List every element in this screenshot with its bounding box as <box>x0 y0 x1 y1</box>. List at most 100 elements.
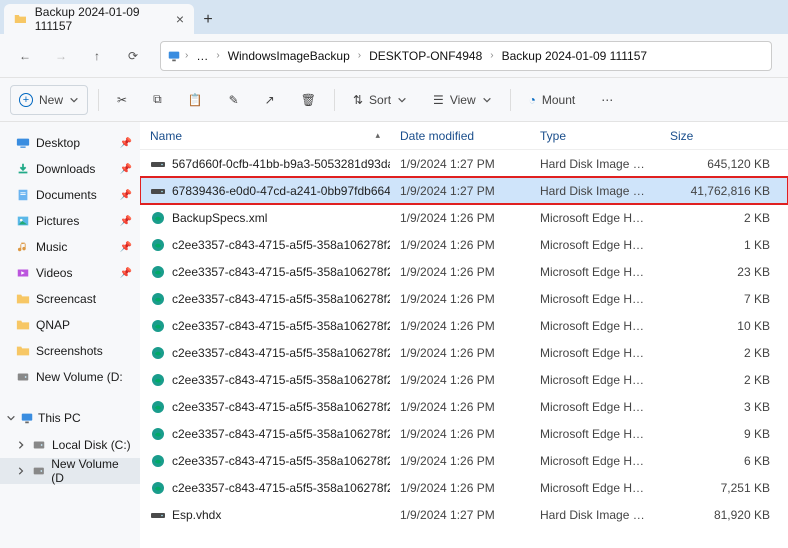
mount-button[interactable]: ◔Mount <box>521 85 584 115</box>
sidebar-item[interactable]: Music 📌 <box>0 234 140 260</box>
up-button[interactable]: ↑ <box>80 39 114 73</box>
edge-icon <box>150 426 166 442</box>
file-size: 81,920 KB <box>660 508 788 522</box>
crumb-item[interactable]: WindowsImageBackup <box>224 49 354 63</box>
file-size: 2 KB <box>660 346 788 360</box>
sidebar-item[interactable]: Screencast <box>0 286 140 312</box>
folder-icon <box>16 344 30 358</box>
sidebar-drive-item[interactable]: New Volume (D <box>0 458 140 484</box>
pc-icon <box>167 49 181 63</box>
sort-indicator-icon: ▴ <box>375 130 380 141</box>
delete-button[interactable]: 🗑 <box>293 85 324 115</box>
edge-icon <box>150 291 166 307</box>
sidebar-item-label: Screenshots <box>36 344 103 358</box>
more-button[interactable]: ⋯ <box>593 85 621 115</box>
file-row[interactable]: c2ee3357-c843-4715-a5f5-358a106278f2_Wri… <box>140 474 788 501</box>
column-date[interactable]: Date modified <box>390 122 530 149</box>
file-date: 1/9/2024 1:26 PM <box>390 454 530 468</box>
column-size[interactable]: Size <box>660 122 788 149</box>
file-row[interactable]: c2ee3357-c843-4715-a5f5-358a106278f2_Wri… <box>140 339 788 366</box>
edge-icon <box>150 210 166 226</box>
file-row[interactable]: c2ee3357-c843-4715-a5f5-358a106278f2_Wri… <box>140 393 788 420</box>
copy-button[interactable]: ⧉ <box>145 85 170 115</box>
new-tab-button[interactable]: + <box>194 6 222 34</box>
sidebar-item-label: Desktop <box>36 136 80 150</box>
file-row[interactable]: 567d660f-0cfb-41bb-b9a3-5053281d93da.vhd… <box>140 150 788 177</box>
sidebar-item[interactable]: QNAP <box>0 312 140 338</box>
file-name: c2ee3357-c843-4715-a5f5-358a106278f2_Wri… <box>172 373 390 387</box>
sort-button[interactable]: ⇅Sort <box>345 85 415 115</box>
file-row[interactable]: 67839436-e0d0-47cd-a241-0bb97fdb6647.vhd… <box>140 177 788 204</box>
sidebar-item[interactable]: Downloads 📌 <box>0 156 140 182</box>
file-row[interactable]: c2ee3357-c843-4715-a5f5-358a106278f2_Wri… <box>140 420 788 447</box>
sidebar-drive-item[interactable]: Local Disk (C:) <box>0 432 140 458</box>
sidebar-item-label: Music <box>36 240 67 254</box>
file-size: 9 KB <box>660 427 788 441</box>
file-type: Microsoft Edge HTM… <box>530 400 660 414</box>
video-icon <box>16 266 30 280</box>
file-type: Microsoft Edge HTM… <box>530 481 660 495</box>
file-size: 6 KB <box>660 454 788 468</box>
file-type: Microsoft Edge HTM… <box>530 292 660 306</box>
rename-button[interactable]: ✎ <box>221 85 247 115</box>
crumb-item[interactable]: Backup 2024-01-09 111157 <box>498 49 651 63</box>
file-row[interactable]: c2ee3357-c843-4715-a5f5-358a106278f2_Com… <box>140 258 788 285</box>
refresh-button[interactable]: ⟳ <box>116 39 150 73</box>
file-size: 23 KB <box>660 265 788 279</box>
forward-button[interactable]: → <box>44 39 78 73</box>
sidebar-item[interactable]: Documents📌 <box>0 182 140 208</box>
file-row[interactable]: c2ee3357-c843-4715-a5f5-358a106278f2_Reg… <box>140 285 788 312</box>
view-button[interactable]: ☰View <box>425 85 500 115</box>
file-name: Esp.vhdx <box>172 508 221 522</box>
file-row[interactable]: BackupSpecs.xml1/9/2024 1:26 PMMicrosoft… <box>140 204 788 231</box>
sidebar-item[interactable]: Pictures📌 <box>0 208 140 234</box>
sidebar-item-label: New Volume (D <box>51 457 132 485</box>
column-type[interactable]: Type <box>530 122 660 149</box>
cut-button[interactable]: ✂ <box>109 85 135 115</box>
file-date: 1/9/2024 1:26 PM <box>390 238 530 252</box>
pin-icon: 📌 <box>120 242 132 253</box>
sidebar-item-label: Pictures <box>36 214 79 228</box>
sidebar-item[interactable]: Screenshots <box>0 338 140 364</box>
file-row[interactable]: c2ee3357-c843-4715-a5f5-358a106278f2_Wri… <box>140 312 788 339</box>
new-button[interactable]: + New <box>10 85 88 115</box>
hdd-icon <box>32 438 46 452</box>
file-date: 1/9/2024 1:26 PM <box>390 319 530 333</box>
file-type: Hard Disk Image File <box>530 184 660 198</box>
sidebar-item[interactable]: Desktop📌 <box>0 130 140 156</box>
file-date: 1/9/2024 1:26 PM <box>390 481 530 495</box>
file-name: c2ee3357-c843-4715-a5f5-358a106278f2_Wri… <box>172 454 390 468</box>
sidebar-item-label: Downloads <box>36 162 95 176</box>
breadcrumb[interactable]: › … › WindowsImageBackup › DESKTOP-ONF49… <box>160 41 772 71</box>
crumb-item[interactable]: DESKTOP-ONF4948 <box>365 49 486 63</box>
file-date: 1/9/2024 1:26 PM <box>390 211 530 225</box>
file-date: 1/9/2024 1:27 PM <box>390 184 530 198</box>
edge-icon <box>150 372 166 388</box>
drive-icon <box>150 183 166 199</box>
file-name: 67839436-e0d0-47cd-a241-0bb97fdb6647.vhd… <box>172 184 390 198</box>
pin-icon: 📌 <box>120 164 132 175</box>
paste-button[interactable]: 📋 <box>180 85 211 115</box>
file-row[interactable]: c2ee3357-c843-4715-a5f5-358a106278f2_Add… <box>140 231 788 258</box>
drive-icon <box>150 507 166 523</box>
share-button[interactable]: ↗ <box>257 85 283 115</box>
back-button[interactable]: ← <box>8 39 42 73</box>
chevron-right-icon <box>16 466 26 476</box>
close-tab-icon[interactable]: × <box>176 11 184 27</box>
window-tab[interactable]: Backup 2024-01-09 111157 × <box>4 4 194 34</box>
file-type: Hard Disk Image File <box>530 157 660 171</box>
edge-icon <box>150 345 166 361</box>
file-name: 567d660f-0cfb-41bb-b9a3-5053281d93da.vhd… <box>172 157 390 171</box>
file-date: 1/9/2024 1:26 PM <box>390 346 530 360</box>
sidebar-item-label: New Volume (D: <box>36 370 123 384</box>
file-type: Hard Disk Image File <box>530 508 660 522</box>
file-row[interactable]: c2ee3357-c843-4715-a5f5-358a106278f2_Wri… <box>140 366 788 393</box>
column-name[interactable]: Name ▴ <box>140 122 390 149</box>
file-type: Microsoft Edge HTM… <box>530 211 660 225</box>
file-row[interactable]: c2ee3357-c843-4715-a5f5-358a106278f2_Wri… <box>140 447 788 474</box>
crumb-overflow[interactable]: … <box>192 49 212 63</box>
file-row[interactable]: Esp.vhdx1/9/2024 1:27 PMHard Disk Image … <box>140 501 788 528</box>
this-pc-section[interactable]: This PC <box>0 404 140 432</box>
sidebar-item[interactable]: New Volume (D: <box>0 364 140 390</box>
sidebar-item[interactable]: Videos📌 <box>0 260 140 286</box>
